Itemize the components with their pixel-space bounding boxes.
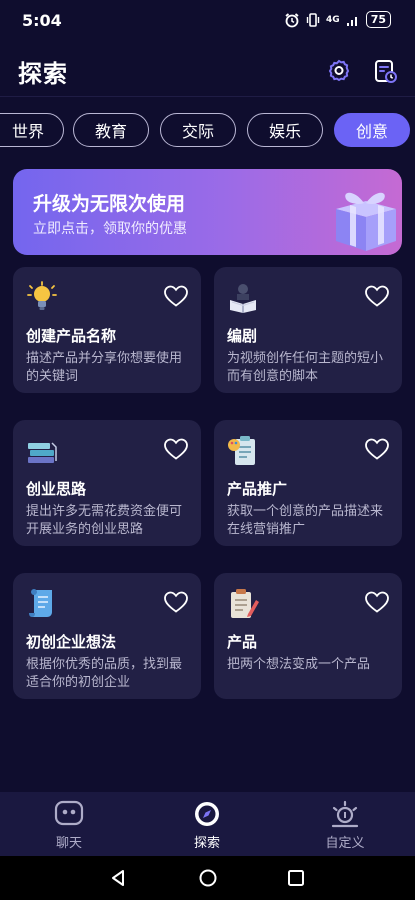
card-product-name[interactable]: 创建产品名称 描述产品并分享你想要使用的关键词 <box>13 267 201 393</box>
card-product[interactable]: 产品 把两个想法变成一个产品 <box>214 573 402 699</box>
system-navigation-bar <box>0 856 415 900</box>
favorite-heart-icon[interactable] <box>364 284 390 308</box>
banner-title: 升级为无限次使用 <box>33 193 186 215</box>
tab-social[interactable]: 交际 <box>160 113 236 147</box>
card-startup-business[interactable]: 初创企业想法 根据你优秀的品质，找到最适合你的初创企业 <box>13 573 201 699</box>
card-description: 提出许多无需花费资金便可开展业务的创业思路 <box>26 504 183 537</box>
tab-creative[interactable]: 创意 <box>334 113 410 147</box>
document-clock-icon <box>375 60 397 83</box>
battery-indicator: 75 <box>365 11 391 28</box>
back-triangle-icon <box>112 870 124 886</box>
favorite-heart-icon[interactable] <box>163 590 189 614</box>
status-bar: 5:04 4G 75 <box>0 0 415 40</box>
card-title: 初创企业想法 <box>26 633 117 651</box>
card-description: 描述产品并分享你想要使用的关键词 <box>26 351 183 384</box>
clipboard-pencil-icon <box>231 589 259 618</box>
home-circle-icon <box>199 869 217 887</box>
nav-custom[interactable]: 自定义 <box>300 800 390 851</box>
gift-box-icon <box>336 192 396 251</box>
history-button[interactable] <box>370 56 400 86</box>
recents-square-icon <box>288 870 304 886</box>
tab-education[interactable]: 教育 <box>73 113 149 147</box>
card-title: 产品推广 <box>227 480 288 498</box>
card-description: 根据你优秀的品质，找到最适合你的初创企业 <box>26 657 183 690</box>
gear-icon <box>328 59 350 82</box>
signal-icon <box>346 16 357 26</box>
status-icons: 4G 75 <box>284 11 391 28</box>
lightbulb-icon <box>27 281 57 310</box>
category-tabs: 世界 教育 交际 娱乐 创意 <box>0 96 415 161</box>
nav-explore[interactable]: 探索 <box>162 800 252 851</box>
favorite-heart-icon[interactable] <box>364 590 390 614</box>
page-header: 探索 <box>0 44 415 94</box>
book-reader-icon <box>230 284 256 313</box>
card-title: 创建产品名称 <box>26 327 117 345</box>
compass-icon <box>195 802 219 826</box>
back-button[interactable] <box>106 866 130 890</box>
card-title: 产品 <box>227 633 258 651</box>
upgrade-banner[interactable]: 升级为无限次使用 立即点击，领取你的优惠 <box>13 169 402 255</box>
page-title: 探索 <box>18 60 68 88</box>
favorite-heart-icon[interactable] <box>163 437 189 461</box>
recents-button[interactable] <box>284 866 308 890</box>
clipboard-palette-icon <box>228 436 255 465</box>
banner-subtitle: 立即点击，领取你的优惠 <box>33 221 187 237</box>
card-screenwriter[interactable]: 编剧 为视频创作任何主题的短小而有创意的脚本 <box>214 267 402 393</box>
tab-entertainment[interactable]: 娱乐 <box>247 113 323 147</box>
card-description: 为视频创作任何主题的短小而有创意的脚本 <box>227 351 384 384</box>
bulb-custom-icon <box>331 800 359 828</box>
nav-label: 聊天 <box>55 836 82 851</box>
settings-button[interactable] <box>324 56 354 86</box>
home-button[interactable] <box>196 866 220 890</box>
nav-label: 自定义 <box>325 836 365 851</box>
network-type: 4G <box>326 14 340 25</box>
status-time: 5:04 <box>22 11 62 30</box>
chat-bot-icon <box>54 800 84 826</box>
card-product-promotion[interactable]: 产品推广 获取一个创意的产品描述来在线营销推广 <box>214 420 402 546</box>
alarm-icon <box>285 12 299 27</box>
stacked-books-icon <box>28 442 57 463</box>
card-startup-ideas[interactable]: 创业思路 提出许多无需花费资金便可开展业务的创业思路 <box>13 420 201 546</box>
card-description: 获取一个创意的产品描述来在线营销推广 <box>227 504 384 537</box>
card-description: 把两个想法变成一个产品 <box>227 657 371 672</box>
bottom-navigation: 聊天 探索 自定义 <box>0 792 415 856</box>
favorite-heart-icon[interactable] <box>364 437 390 461</box>
card-title: 编剧 <box>227 327 258 345</box>
favorite-heart-icon[interactable] <box>163 284 189 308</box>
card-title: 创业思路 <box>26 480 87 498</box>
nav-label: 探索 <box>193 836 220 851</box>
tab-world[interactable]: 世界 <box>0 113 64 147</box>
vibrate-icon <box>306 12 320 27</box>
scroll-icon <box>29 589 52 617</box>
nav-chat[interactable]: 聊天 <box>24 800 114 851</box>
